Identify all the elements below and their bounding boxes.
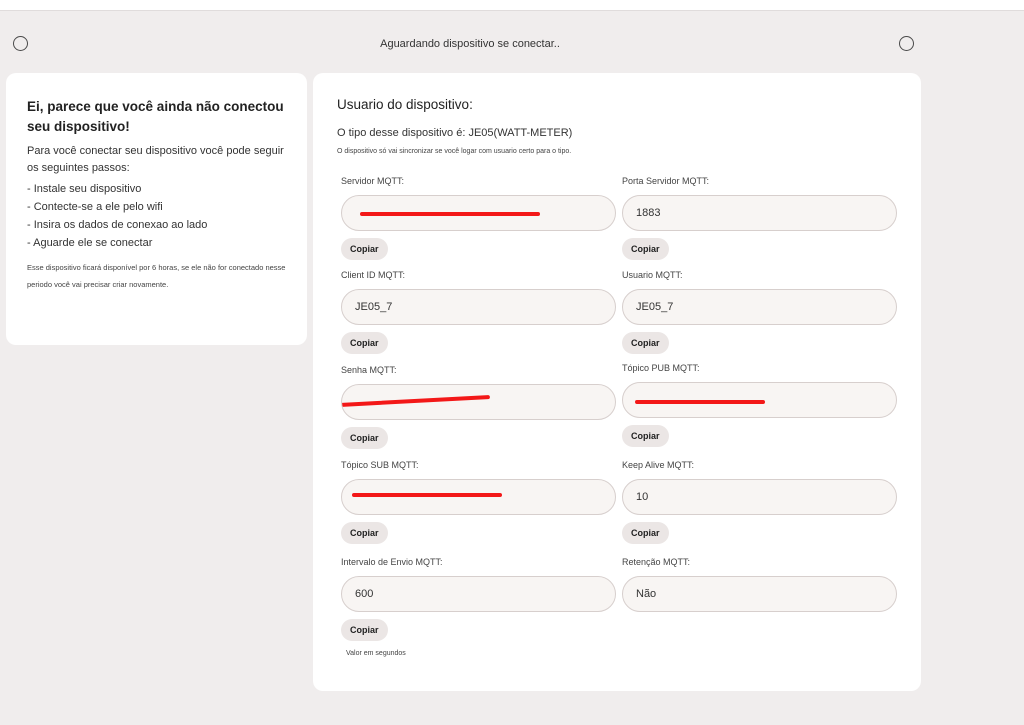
redaction-mark [352,493,502,497]
help-card: Ei, parece que você ainda não conectou s… [6,73,307,345]
servidor-mqtt-input[interactable] [341,195,616,231]
copy-button[interactable]: Copiar [622,332,669,354]
retencao-mqtt-select[interactable]: Não [622,576,897,612]
device-card: Usuario do dispositivo: O tipo desse dis… [313,73,921,691]
field-label: Porta Servidor MQTT: [622,176,710,186]
field-senha-mqtt: Senha MQTT: Copiar [341,364,616,449]
client-id-mqtt-input[interactable]: JE05_7 [341,289,616,325]
field-topico-sub-mqtt: Tópico SUB MQTT: Copiar [341,459,616,544]
field-label: Tópico PUB MQTT: [622,363,700,373]
connection-status: Aguardando dispositivo se conectar.. [380,38,560,50]
porta-servidor-mqtt-input[interactable]: 1883 [622,195,897,231]
device-type: O tipo desse dispositivo é: JE05(WATT-ME… [337,127,573,139]
topico-pub-mqtt-input[interactable] [622,382,897,418]
field-label: Retenção MQTT: [622,557,691,567]
field-label: Intervalo de Envio MQTT: [341,557,443,567]
copy-button[interactable]: Copiar [341,238,388,260]
availability-note: Esse dispositivo ficará disponível por 6… [27,263,286,289]
field-retencao-mqtt: Retenção MQTT: Não [622,556,897,612]
copy-button[interactable]: Copiar [341,332,388,354]
help-step: - Contecte-se a ele pelo wifi [27,201,163,213]
seconds-hint: Valor em segundos [346,650,406,657]
help-intro: Para você conectar seu dispositivo você … [27,145,284,174]
usuario-mqtt-input[interactable]: JE05_7 [622,289,897,325]
radio-right[interactable] [899,36,914,51]
field-label: Servidor MQTT: [341,176,405,186]
redaction-mark [635,400,765,404]
field-label: Usuario MQTT: [622,270,683,280]
keep-alive-mqtt-input[interactable]: 10 [622,479,897,515]
redaction-mark [342,395,491,407]
copy-button[interactable]: Copiar [622,238,669,260]
field-topico-pub-mqtt: Tópico PUB MQTT: Copiar [622,362,897,447]
field-client-id-mqtt: Client ID MQTT: JE05_7 Copiar [341,269,616,354]
field-intervalo-envio-mqtt: Intervalo de Envio MQTT: 600 Copiar [341,556,616,641]
copy-button[interactable]: Copiar [622,522,669,544]
field-usuario-mqtt: Usuario MQTT: JE05_7 Copiar [622,269,897,354]
copy-button[interactable]: Copiar [341,619,388,641]
field-label: Keep Alive MQTT: [622,460,695,470]
redaction-mark [360,212,540,216]
field-porta-servidor-mqtt: Porta Servidor MQTT: 1883 Copiar [622,175,897,260]
field-servidor-mqtt: Servidor MQTT: Copiar [341,175,616,260]
device-title: Usuario do dispositivo: [337,97,473,112]
field-label: Senha MQTT: [341,365,397,375]
help-steps: - Instale seu dispositivo - Contecte-se … [27,180,287,252]
field-label: Client ID MQTT: [341,270,406,280]
sync-note: O dispositivo só vai sincronizar se você… [337,148,572,155]
intervalo-envio-mqtt-input[interactable]: 600 [341,576,616,612]
topico-sub-mqtt-input[interactable] [341,479,616,515]
copy-button[interactable]: Copiar [341,427,388,449]
copy-button[interactable]: Copiar [341,522,388,544]
copy-button[interactable]: Copiar [622,425,669,447]
field-label: Tópico SUB MQTT: [341,460,419,470]
senha-mqtt-input[interactable] [341,384,616,420]
field-keep-alive-mqtt: Keep Alive MQTT: 10 Copiar [622,459,897,544]
help-step: - Instale seu dispositivo [27,183,142,195]
help-step: - Insira os dados de conexao ao lado [27,219,208,231]
top-bar [0,0,1024,11]
help-title: Ei, parece que você ainda não conectou s… [27,99,284,134]
help-step: - Aguarde ele se conectar [27,237,153,249]
